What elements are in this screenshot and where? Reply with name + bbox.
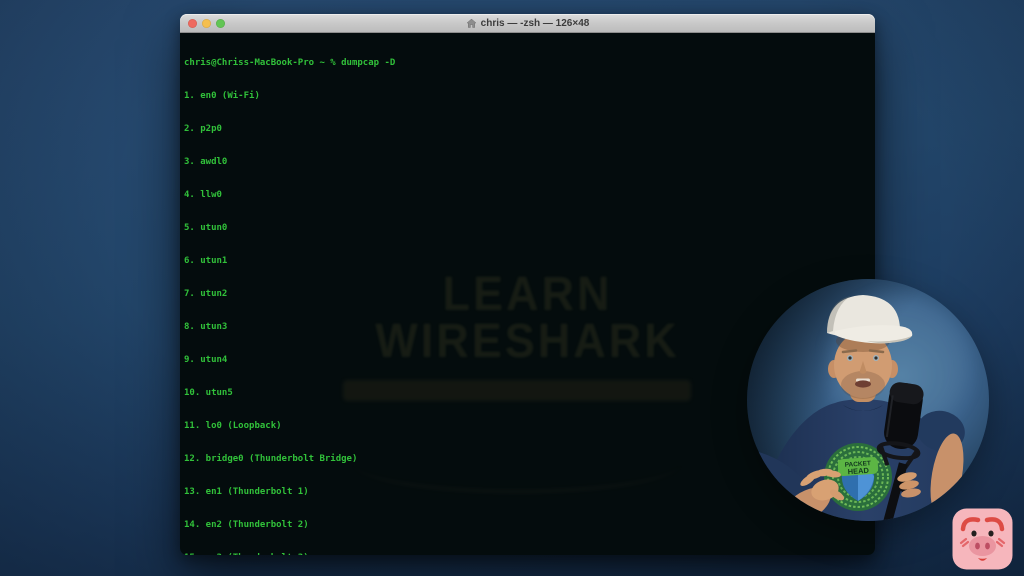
terminal-line: chris@Chriss-MacBook-Pro ~ % dumpcap -D [184, 58, 396, 68]
minimize-button[interactable] [202, 19, 211, 28]
desktop: chris — -zsh — 126×48 chris@Chriss-MacBo… [0, 0, 1024, 576]
terminal-line: 15. en3 (Thunderbolt 3) [184, 553, 875, 555]
terminal-line: 3. awdl0 [184, 157, 228, 167]
terminal-line: 6. utun1 [184, 256, 228, 266]
window-titlebar[interactable]: chris — -zsh — 126×48 [180, 14, 875, 33]
pig-face-icon [952, 508, 1013, 570]
terminal-line: 5. utun0 [184, 223, 228, 233]
window-title-group: chris — -zsh — 126×48 [465, 17, 590, 29]
terminal-line: 7. utun2 [184, 289, 228, 299]
close-button[interactable] [188, 19, 197, 28]
webcam-overlay: PACKET HEAD [747, 279, 989, 521]
presenter-illustration: PACKET HEAD [747, 279, 989, 521]
terminal-line: 2. p2p0 [184, 124, 222, 134]
traffic-lights [188, 19, 225, 28]
terminal-line: 13. en1 (Thunderbolt 1) [184, 487, 309, 497]
terminal-content[interactable]: chris@Chriss-MacBook-Pro ~ % dumpcap -D … [180, 33, 875, 555]
terminal-line: 14. en2 (Thunderbolt 2) [184, 520, 309, 530]
window-title: chris — -zsh — 126×48 [480, 17, 590, 29]
terminal-line: 4. llw0 [184, 190, 222, 200]
terminal-line: 1. en0 (Wi-Fi) [184, 91, 260, 101]
shirt-logo-text-bottom: HEAD [847, 466, 869, 477]
zoom-button[interactable] [216, 19, 225, 28]
home-folder-icon [465, 18, 477, 28]
pig-snout [969, 536, 996, 556]
terminal-window: chris — -zsh — 126×48 chris@Chriss-MacBo… [180, 14, 875, 555]
